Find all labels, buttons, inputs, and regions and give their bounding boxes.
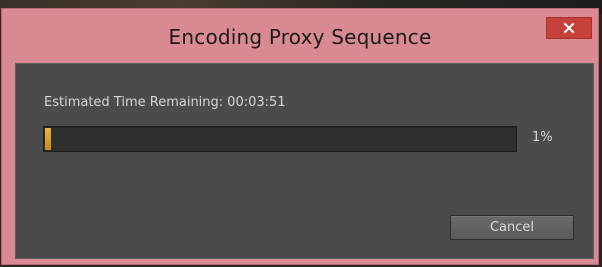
progress-percent-label: 1% [532, 130, 553, 145]
dialog-body: Estimated Time Remaining: 00:03:51 1% Can… [15, 63, 594, 259]
close-icon [563, 22, 575, 34]
close-button[interactable] [546, 17, 592, 39]
estimated-time-label: Estimated Time Remaining: [44, 95, 224, 110]
progress-bar [43, 126, 517, 152]
estimated-time-text: Estimated Time Remaining: 00:03:51 [44, 95, 286, 110]
cancel-button[interactable]: Cancel [450, 215, 574, 240]
dialog-title: Encoding Proxy Sequence [168, 25, 432, 49]
title-bar[interactable]: Encoding Proxy Sequence [2, 9, 598, 61]
encoding-dialog: Encoding Proxy Sequence Estimated Time R… [1, 8, 599, 265]
progress-bar-fill [45, 128, 51, 150]
estimated-time-value: 00:03:51 [227, 95, 286, 110]
